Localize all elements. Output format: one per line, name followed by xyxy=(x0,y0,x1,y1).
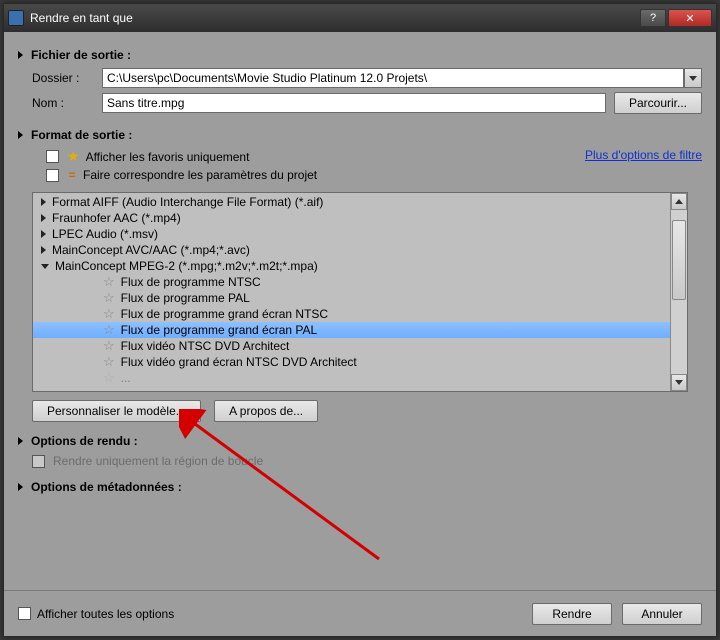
section-title: Options de métadonnées : xyxy=(31,480,182,494)
dialog-body: Fichier de sortie : Dossier : Nom : Parc… xyxy=(4,32,716,590)
match-project-row: = Faire correspondre les paramètres du p… xyxy=(46,168,585,182)
chevron-right-icon xyxy=(18,51,23,59)
format-list-content[interactable]: Format AIFF (Audio Interchange File Form… xyxy=(33,193,670,391)
name-label: Nom : xyxy=(32,96,102,110)
scroll-down-button[interactable] xyxy=(671,374,687,391)
filename-input[interactable] xyxy=(102,93,606,113)
name-row: Nom : Parcourir... xyxy=(32,92,702,114)
render-button[interactable]: Rendre xyxy=(532,603,612,625)
favorites-label: Afficher les favoris uniquement xyxy=(86,150,250,164)
dialog-footer: Afficher toutes les options Rendre Annul… xyxy=(4,590,716,636)
format-node[interactable]: LPEC Audio (*.msv) xyxy=(33,226,670,242)
format-template-item-selected[interactable]: ☆Flux de programme grand écran PAL xyxy=(33,322,670,338)
scroll-up-button[interactable] xyxy=(671,193,687,210)
star-outline-icon: ☆ xyxy=(103,338,115,354)
star-outline-icon: ☆ xyxy=(103,322,115,338)
chevron-down-icon xyxy=(41,264,49,269)
show-all-options-label: Afficher toutes les options xyxy=(37,607,174,621)
star-outline-icon: ☆ xyxy=(103,274,115,290)
loop-region-row: Rendre uniquement la région de boucle xyxy=(32,454,702,468)
folder-label: Dossier : xyxy=(32,71,102,85)
about-button[interactable]: A propos de... xyxy=(214,400,318,422)
favorites-checkbox[interactable] xyxy=(46,150,59,163)
filter-right: Plus d'options de filtre xyxy=(585,148,702,162)
equals-icon: = xyxy=(67,168,77,182)
format-template-item[interactable]: ☆Flux vidéo grand écran NTSC DVD Archite… xyxy=(33,354,670,370)
section-title: Format de sortie : xyxy=(31,128,132,142)
chevron-right-icon xyxy=(41,214,46,222)
favorites-filter-row: ★ Afficher les favoris uniquement xyxy=(46,148,585,165)
window-title: Rendre en tant que xyxy=(30,11,638,25)
folder-row: Dossier : xyxy=(32,68,702,88)
chevron-right-icon xyxy=(41,198,46,206)
folder-input[interactable] xyxy=(102,68,684,88)
format-template-item[interactable]: ☆Flux vidéo NTSC DVD Architect xyxy=(33,338,670,354)
chevron-up-icon xyxy=(675,199,683,204)
scroll-track[interactable] xyxy=(671,210,687,374)
format-node-expanded[interactable]: MainConcept MPEG-2 (*.mpg;*.m2v;*.m2t;*.… xyxy=(33,258,670,274)
chevron-down-icon xyxy=(689,76,697,81)
format-buttons-row: Personnaliser le modèle... A propos de..… xyxy=(32,400,702,422)
star-outline-icon: ☆ xyxy=(103,370,115,386)
scroll-thumb[interactable] xyxy=(672,220,686,300)
format-node[interactable]: Fraunhofer AAC (*.mp4) xyxy=(33,210,670,226)
scrollbar-vertical[interactable] xyxy=(670,193,687,391)
folder-dropdown-button[interactable] xyxy=(684,68,702,88)
chevron-right-icon xyxy=(18,437,23,445)
filter-left: ★ Afficher les favoris uniquement = Fair… xyxy=(32,148,585,182)
close-button[interactable]: ✕ xyxy=(668,9,712,27)
cancel-button[interactable]: Annuler xyxy=(622,603,702,625)
filter-row: ★ Afficher les favoris uniquement = Fair… xyxy=(32,148,702,182)
section-output-format[interactable]: Format de sortie : xyxy=(18,128,702,142)
loop-region-checkbox xyxy=(32,455,45,468)
chevron-right-icon xyxy=(18,483,23,491)
star-outline-icon: ☆ xyxy=(103,354,115,370)
chevron-right-icon xyxy=(18,131,23,139)
star-outline-icon: ☆ xyxy=(103,306,115,322)
format-node[interactable]: MainConcept AVC/AAC (*.mp4;*.avc) xyxy=(33,242,670,258)
format-template-item[interactable]: ☆Flux de programme PAL xyxy=(33,290,670,306)
star-icon: ★ xyxy=(67,148,80,165)
section-metadata-options[interactable]: Options de métadonnées : xyxy=(18,480,702,494)
section-output-file[interactable]: Fichier de sortie : xyxy=(18,48,702,62)
app-icon xyxy=(8,10,24,26)
format-list: Format AIFF (Audio Interchange File Form… xyxy=(32,192,688,392)
more-filter-options-link[interactable]: Plus d'options de filtre xyxy=(585,148,702,162)
show-all-options-checkbox[interactable] xyxy=(18,607,31,620)
browse-button[interactable]: Parcourir... xyxy=(614,92,702,114)
chevron-right-icon xyxy=(41,246,46,254)
match-project-checkbox[interactable] xyxy=(46,169,59,182)
customize-template-button[interactable]: Personnaliser le modèle... xyxy=(32,400,201,422)
help-button[interactable]: ? xyxy=(640,9,666,27)
dialog-window: Rendre en tant que ? ✕ Fichier de sortie… xyxy=(3,3,717,637)
format-template-item-cut[interactable]: ☆... xyxy=(33,370,670,386)
format-template-item[interactable]: ☆Flux de programme NTSC xyxy=(33,274,670,290)
star-outline-icon: ☆ xyxy=(103,290,115,306)
section-title: Options de rendu : xyxy=(31,434,138,448)
match-project-label: Faire correspondre les paramètres du pro… xyxy=(83,168,317,182)
chevron-down-icon xyxy=(675,380,683,385)
format-node[interactable]: Format AIFF (Audio Interchange File Form… xyxy=(33,194,670,210)
title-bar: Rendre en tant que ? ✕ xyxy=(4,4,716,32)
section-title: Fichier de sortie : xyxy=(31,48,131,62)
chevron-right-icon xyxy=(41,230,46,238)
format-template-item[interactable]: ☆Flux de programme grand écran NTSC xyxy=(33,306,670,322)
loop-region-label: Rendre uniquement la région de boucle xyxy=(53,454,263,468)
section-render-options[interactable]: Options de rendu : xyxy=(18,434,702,448)
